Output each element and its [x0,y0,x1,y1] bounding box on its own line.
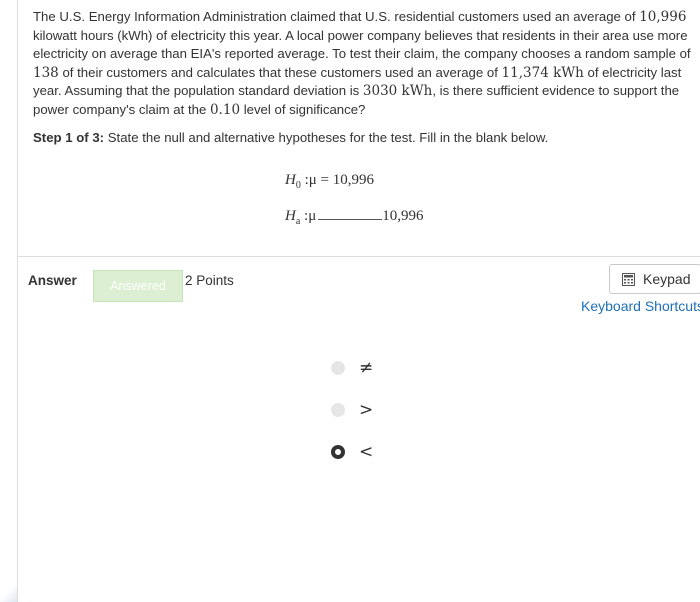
question-text: The U.S. Energy Information Administrati… [33,8,693,120]
answered-status-badge: Answered [93,270,183,302]
option-not-equal[interactable]: ≠ [331,358,374,378]
question-value-significance: 0.10 [209,101,241,118]
keypad-button[interactable]: Keypad [609,264,700,294]
question-panel: The U.S. Energy Information Administrati… [17,0,700,602]
ha-relation: :μ [300,208,317,224]
ha-symbol: H [285,208,296,224]
option-label: ≠ [359,358,374,378]
null-hypothesis: H0 :μ = 10,996 [285,172,374,191]
question-value-std-dev: 3030 kWh [362,83,433,100]
step-text: State the null and alternative hypothese… [104,130,549,145]
question-text-part: level of significance? [240,101,366,117]
section-divider [18,256,700,257]
option-label: < [359,442,374,462]
h0-relation: :μ = 10,996 [300,172,375,188]
question-value-sample-size: 138 [33,64,59,81]
question-text-part: The U.S. Energy Information Administrati… [33,9,640,24]
keyboard-shortcuts-link[interactable]: Keyboard Shortcuts [581,298,700,314]
ha-value: 10,996 [382,208,424,224]
ha-blank[interactable] [318,205,383,220]
option-less-than[interactable]: < [331,442,374,462]
question-value-average: 10,996 [639,9,687,25]
radio-button-selected[interactable] [331,445,345,459]
h0-symbol: H [285,172,296,188]
step-label: Step 1 of 3: [33,130,105,145]
question-text-part: of their customers and calculates that t… [58,64,502,80]
points-label: 2 Points [185,273,234,288]
question-text-part: kilowatt hours (kWh) of electricity this… [33,27,691,62]
calculator-icon [622,272,635,286]
option-label: > [359,400,374,420]
question-value-sample-mean: 11,374 kWh [501,64,584,81]
alternative-hypothesis: Ha :μ 10,996 [285,205,424,227]
answer-label: Answer [28,273,77,288]
keypad-label: Keypad [643,271,691,287]
radio-button[interactable] [331,403,345,417]
radio-button[interactable] [331,361,345,375]
step-instruction: Step 1 of 3: State the null and alternat… [33,130,693,145]
corner-shadow [0,585,17,602]
option-greater-than[interactable]: > [331,400,374,420]
